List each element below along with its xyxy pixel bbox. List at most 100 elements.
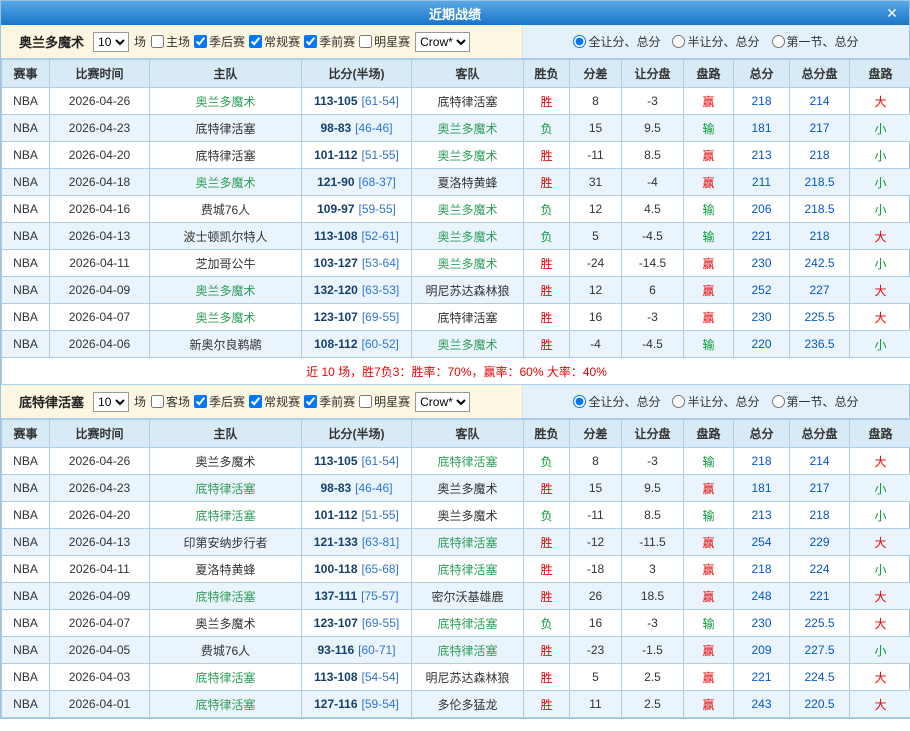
radio-input[interactable]	[573, 35, 586, 48]
league-cell: NBA	[2, 529, 50, 556]
filter-checkbox[interactable]: 主场	[151, 33, 190, 50]
filter-checkbox[interactable]: 明星赛	[359, 393, 410, 410]
checkbox-input[interactable]	[304, 395, 317, 408]
checkbox-label: 季后赛	[209, 33, 245, 50]
filter-bar: 奥兰多魔术 10 场 主场季后赛常规赛季前赛明星赛 Crow* 全让分、总分半让…	[1, 25, 909, 59]
date-cell: 2026-04-23	[50, 475, 150, 502]
checkbox-input[interactable]	[359, 395, 372, 408]
point-diff-cell: 16	[570, 610, 622, 637]
final-score: 98-83	[320, 121, 351, 135]
filter-checkbox-group: 客场 季后赛 常规赛季前赛 明星赛	[151, 393, 410, 410]
score-cell: 123-107[69-55]	[302, 610, 412, 637]
score-cell: 103-127[53-64]	[302, 250, 412, 277]
halftime-score: [52-61]	[362, 229, 399, 243]
total-line-cell: 214	[790, 448, 850, 475]
over-under-cell: 大	[850, 277, 910, 304]
checkbox-input[interactable]	[151, 395, 164, 408]
home-team-cell: 底特律活塞	[150, 475, 302, 502]
final-score: 127-116	[314, 697, 357, 711]
handicap-line-cell: -3	[622, 610, 684, 637]
score-cell: 121-133[63-81]	[302, 529, 412, 556]
league-cell: NBA	[2, 475, 50, 502]
checkbox-input[interactable]	[151, 35, 164, 48]
column-header: 总分盘	[790, 420, 850, 448]
checkbox-input[interactable]	[304, 35, 317, 48]
filter-checkbox[interactable]: 季前赛	[304, 33, 355, 50]
filter-checkbox[interactable]: 客场	[151, 393, 190, 410]
radio-input[interactable]	[772, 35, 785, 48]
filter-checkbox[interactable]: 常规赛	[249, 393, 300, 410]
total-line-cell: 229	[790, 529, 850, 556]
checkbox-input[interactable]	[249, 395, 262, 408]
column-header: 比赛时间	[50, 420, 150, 448]
checkbox-input[interactable]	[194, 35, 207, 48]
checkbox-input[interactable]	[249, 35, 262, 48]
win-loss-cell: 胜	[524, 556, 570, 583]
filter-checkbox[interactable]: 季后赛	[194, 393, 245, 410]
column-header: 主队	[150, 420, 302, 448]
home-team-cell: 波士顿凯尔特人	[150, 223, 302, 250]
summary-row: 近 10 场，胜7负3：胜率：70%，赢率：60% 大率：40%	[2, 358, 910, 385]
total-points-cell: 220	[734, 331, 790, 358]
halftime-score: [60-52]	[362, 337, 399, 351]
games-count-select[interactable]: 10	[93, 392, 129, 412]
handicap-result-cell: 赢	[684, 88, 734, 115]
filter-checkbox[interactable]: 明星赛	[359, 33, 410, 50]
radio-input[interactable]	[772, 395, 785, 408]
filter-radio[interactable]: 第一节、总分	[772, 393, 859, 410]
score-cell: 108-112[60-52]	[302, 331, 412, 358]
game-row: NBA2026-04-05费城76人93-116[60-71]底特律活塞胜-23…	[2, 637, 910, 664]
halftime-score: [51-55]	[362, 148, 399, 162]
total-points-cell: 221	[734, 664, 790, 691]
team-name: 底特律活塞	[19, 392, 84, 411]
total-points-cell: 254	[734, 529, 790, 556]
games-count-select[interactable]: 10	[93, 32, 129, 52]
checkbox-input[interactable]	[194, 395, 207, 408]
titlebar: 近期战绩 ✕	[1, 1, 909, 25]
total-points-cell: 213	[734, 142, 790, 169]
total-line-cell: 217	[790, 115, 850, 142]
filter-checkbox[interactable]: 季后赛	[194, 33, 245, 50]
filter-checkbox[interactable]: 季前赛	[304, 393, 355, 410]
away-team-cell: 明尼苏达森林狼	[412, 664, 524, 691]
checkbox-label: 常规赛	[264, 393, 300, 410]
filter-checkbox[interactable]: 常规赛	[249, 33, 300, 50]
handicap-result-cell: 输	[684, 331, 734, 358]
filter-radio[interactable]: 全让分、总分	[573, 33, 660, 50]
win-loss-cell: 负	[524, 610, 570, 637]
over-under-cell: 小	[850, 142, 910, 169]
final-score: 101-112	[314, 148, 357, 162]
column-header: 分差	[570, 420, 622, 448]
home-team-cell: 底特律活塞	[150, 583, 302, 610]
radio-input[interactable]	[573, 395, 586, 408]
game-row: NBA2026-04-06新奥尔良鹈鹕108-112[60-52]奥兰多魔术胜-…	[2, 331, 910, 358]
final-score: 121-90	[317, 175, 354, 189]
league-cell: NBA	[2, 583, 50, 610]
point-diff-cell: -11	[570, 502, 622, 529]
final-score: 123-107	[314, 616, 358, 630]
filter-radio[interactable]: 全让分、总分	[573, 393, 660, 410]
checkbox-label: 明星赛	[374, 393, 410, 410]
radio-input[interactable]	[672, 35, 685, 48]
checkbox-label: 季后赛	[209, 393, 245, 410]
filter-radio[interactable]: 半让分、总分	[672, 33, 759, 50]
date-cell: 2026-04-13	[50, 529, 150, 556]
handicap-line-cell: 9.5	[622, 475, 684, 502]
filter-radio[interactable]: 第一节、总分	[772, 33, 859, 50]
odds-company-select[interactable]: Crow*	[415, 32, 470, 52]
handicap-line-cell: 2.5	[622, 664, 684, 691]
handicap-line-cell: 3	[622, 556, 684, 583]
handicap-result-cell: 输	[684, 223, 734, 250]
checkbox-input[interactable]	[359, 35, 372, 48]
win-loss-cell: 胜	[524, 691, 570, 718]
filter-radio[interactable]: 半让分、总分	[672, 393, 759, 410]
close-icon[interactable]: ✕	[883, 4, 901, 22]
home-team-cell: 夏洛特黄蜂	[150, 556, 302, 583]
final-score: 103-127	[314, 256, 358, 270]
checkbox-label: 主场	[166, 33, 190, 50]
over-under-cell: 大	[850, 583, 910, 610]
team-name: 奥兰多魔术	[19, 32, 84, 51]
league-cell: NBA	[2, 277, 50, 304]
odds-company-select[interactable]: Crow*	[415, 392, 470, 412]
radio-input[interactable]	[672, 395, 685, 408]
